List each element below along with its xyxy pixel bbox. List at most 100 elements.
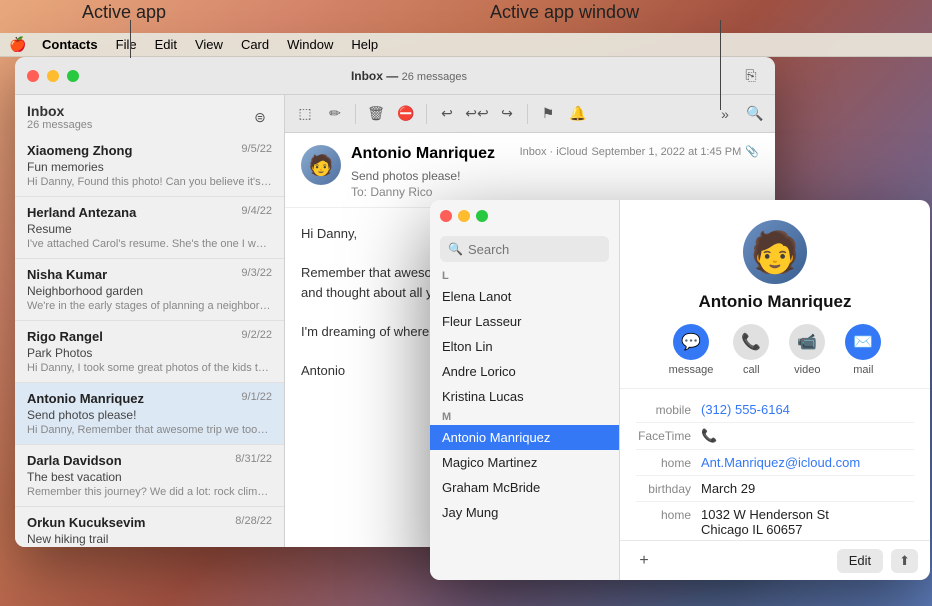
contacts-group-M: M: [430, 409, 619, 425]
msg-date-2: 9/3/22: [241, 267, 272, 282]
video-action-button[interactable]: 📹 video: [789, 324, 825, 376]
contacts-bottom-right: Edit ⬆: [837, 549, 918, 573]
call-action-button[interactable]: 📞 call: [733, 324, 769, 376]
msg-subject-2: Neighborhood garden: [27, 284, 272, 298]
flag-icon[interactable]: ⚑: [536, 102, 560, 126]
contact-elena-lanot[interactable]: Elena Lanot: [430, 284, 619, 309]
mail-message-list: Xiaomeng Zhong 9/5/22 Fun memories Hi Da…: [15, 135, 284, 547]
field-email: home Ant.Manriquez@icloud.com: [636, 450, 914, 476]
mail-detail-to: To: Danny Rico: [351, 185, 510, 199]
reply-all-icon[interactable]: ↩↩: [465, 102, 489, 126]
msg-sender-4: Antonio Manriquez: [27, 391, 144, 406]
contact-fleur-lasseur[interactable]: Fleur Lasseur: [430, 309, 619, 334]
reply-icon[interactable]: ↩: [435, 102, 459, 126]
msg-date-3: 9/2/22: [241, 329, 272, 344]
sidebar-filter-icon[interactable]: ⊜: [248, 105, 272, 129]
call-action-label: call: [743, 364, 760, 376]
attachment-icon: 📎: [745, 145, 759, 158]
video-action-label: video: [794, 364, 820, 376]
sender-avatar: 🧑: [301, 145, 341, 185]
mail-message-6[interactable]: Orkun Kucuksevim 8/28/22 New hiking trai…: [15, 507, 284, 547]
msg-preview-0: Hi Danny, Found this photo! Can you beli…: [27, 176, 272, 188]
menubar-contacts[interactable]: Contacts: [34, 35, 106, 54]
contact-jay-mung[interactable]: Jay Mung: [430, 500, 619, 525]
share-contact-button[interactable]: ⬆: [891, 549, 918, 573]
field-label-birthday: birthday: [636, 481, 701, 496]
contact-actions: 💬 message 📞 call 📹 video ✉️ mail: [669, 324, 882, 376]
msg-subject-4: Send photos please!: [27, 408, 272, 422]
contact-magico-martinez[interactable]: Magico Martinez: [430, 450, 619, 475]
contact-andre-lorico[interactable]: Andre Lorico: [430, 359, 619, 384]
contact-kristina-lucas[interactable]: Kristina Lucas: [430, 384, 619, 409]
menubar-file[interactable]: File: [108, 35, 145, 54]
field-label-facetime: FaceTime: [636, 428, 701, 444]
field-mobile: mobile (312) 555-6164: [636, 397, 914, 423]
msg-sender-0: Xiaomeng Zhong: [27, 143, 132, 158]
delete-icon[interactable]: 🗑: [364, 102, 388, 126]
apple-icon: 🍎: [9, 36, 26, 53]
search-input[interactable]: [440, 236, 609, 262]
field-value-address: 1032 W Henderson StChicago IL 60657: [701, 507, 914, 537]
mail-detail-sender: Antonio Manriquez: [351, 145, 510, 163]
mail-message-0[interactable]: Xiaomeng Zhong 9/5/22 Fun memories Hi Da…: [15, 135, 284, 197]
msg-sender-2: Nisha Kumar: [27, 267, 107, 282]
msg-sender-6: Orkun Kucuksevim: [27, 515, 146, 530]
msg-preview-5: Remember this journey? We did a lot: roc…: [27, 486, 272, 498]
mail-detail-date-area: Inbox · iCloud September 1, 2022 at 1:45…: [520, 145, 759, 158]
msg-date-1: 9/4/22: [241, 205, 272, 220]
msg-preview-1: I've attached Carol's resume. She's the …: [27, 238, 272, 250]
menubar-window[interactable]: Window: [279, 35, 341, 54]
notification-icon[interactable]: 🔔: [566, 102, 590, 126]
inbox-count: 26 messages: [27, 119, 92, 131]
contact-antonio-manriquez[interactable]: Antonio Manriquez: [430, 425, 619, 450]
mail-message-5[interactable]: Darla Davidson 8/31/22 The best vacation…: [15, 445, 284, 507]
contacts-bottom-bar: + Edit ⬆: [620, 540, 930, 580]
mail-sidebar-header: Inbox 26 messages ⊜: [15, 95, 284, 135]
field-value-mobile[interactable]: (312) 555-6164: [701, 402, 914, 417]
add-contact-button[interactable]: +: [632, 549, 656, 573]
menubar-card[interactable]: Card: [233, 35, 277, 54]
toolbar-separator-3: [527, 104, 528, 124]
msg-preview-2: We're in the early stages of planning a …: [27, 300, 272, 312]
menubar-help[interactable]: Help: [343, 35, 386, 54]
more-icon[interactable]: »: [713, 102, 737, 126]
field-value-email[interactable]: Ant.Manriquez@icloud.com: [701, 455, 914, 470]
msg-date-0: 9/5/22: [241, 143, 272, 158]
toolbar-separator-1: [355, 104, 356, 124]
search-icon: 🔍: [448, 242, 463, 256]
contacts-maximize-button[interactable]: [476, 210, 488, 222]
edit-contact-button[interactable]: Edit: [837, 549, 883, 573]
close-button[interactable]: [27, 70, 39, 82]
forward-icon[interactable]: ↪: [495, 102, 519, 126]
search-icon[interactable]: 🔍: [743, 102, 767, 126]
contacts-minimize-button[interactable]: [458, 210, 470, 222]
apple-menu[interactable]: 🍎: [8, 35, 28, 55]
mail-action-button[interactable]: ✉️ mail: [845, 324, 881, 376]
mail-message-3[interactable]: Rigo Rangel 9/2/22 Park Photos Hi Danny,…: [15, 321, 284, 383]
mail-message-2[interactable]: Nisha Kumar 9/3/22 Neighborhood garden W…: [15, 259, 284, 321]
menubar-edit[interactable]: Edit: [147, 35, 185, 54]
archive-icon[interactable]: ⬚: [293, 102, 317, 126]
message-action-button[interactable]: 💬 message: [669, 324, 714, 376]
menubar-view[interactable]: View: [187, 35, 231, 54]
mail-detail-toolbar: ⬚ ✏ 🗑 ⛔ ↩ ↩↩ ↪ ⚑ 🔔 » 🔍: [285, 95, 775, 133]
field-address: home 1032 W Henderson StChicago IL 60657: [636, 502, 914, 540]
junk-icon[interactable]: ⛔: [394, 102, 418, 126]
contacts-close-button[interactable]: [440, 210, 452, 222]
mail-compose-icon[interactable]: ⎘: [739, 64, 763, 88]
video-icon-circle: 📹: [789, 324, 825, 360]
mail-action-label: mail: [853, 364, 873, 376]
toolbar-separator-2: [426, 104, 427, 124]
field-label-email: home: [636, 455, 701, 470]
mail-message-1[interactable]: Herland Antezana 9/4/22 Resume I've atta…: [15, 197, 284, 259]
contact-elton-lin[interactable]: Elton Lin: [430, 334, 619, 359]
msg-subject-1: Resume: [27, 222, 272, 236]
mail-message-4[interactable]: Antonio Manriquez 9/1/22 Send photos ple…: [15, 383, 284, 445]
msg-sender-5: Darla Davidson: [27, 453, 122, 468]
compose-icon[interactable]: ✏: [323, 102, 347, 126]
field-value-facetime[interactable]: 📞: [701, 428, 914, 444]
minimize-button[interactable]: [47, 70, 59, 82]
contact-graham-mcbride[interactable]: Graham McBride: [430, 475, 619, 500]
maximize-button[interactable]: [67, 70, 79, 82]
mail-inbox-tag: Inbox · iCloud: [520, 146, 588, 158]
